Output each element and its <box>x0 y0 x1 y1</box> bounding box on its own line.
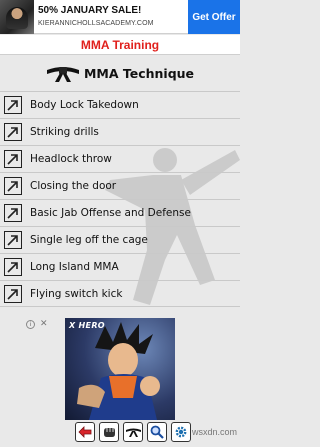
settings-button[interactable] <box>171 422 191 442</box>
ad-image[interactable]: X HERO <box>65 318 175 420</box>
list-item-label[interactable]: Closing the door <box>30 180 116 192</box>
ad-character-art <box>77 322 160 420</box>
list-item[interactable]: Basic Jab Offense and Defense <box>0 199 240 226</box>
list-item[interactable]: Closing the door <box>0 172 240 199</box>
list-item-label[interactable]: Basic Jab Offense and Defense <box>30 207 191 219</box>
list-item[interactable]: Long Island MMA <box>0 253 240 280</box>
magnifier-icon <box>150 425 164 439</box>
ad-url[interactable]: KIERANNICHOLLSACADEMY.COM <box>38 20 154 27</box>
list-item[interactable]: Striking drills <box>0 118 240 145</box>
open-link-icon[interactable] <box>4 123 22 141</box>
site-watermark: wsxdn.com <box>191 427 237 437</box>
list-item-label[interactable]: Long Island MMA <box>30 261 119 273</box>
black-belt-icon <box>46 67 79 82</box>
ad-close-icon[interactable]: ✕ <box>40 318 48 329</box>
list-item[interactable]: Single leg off the cage <box>0 226 240 253</box>
open-link-icon[interactable] <box>4 231 22 249</box>
ad-cta-button[interactable]: Get Offer <box>188 0 240 34</box>
list-item[interactable]: Headlock throw <box>0 145 240 172</box>
section-heading: MMA Technique <box>0 59 240 87</box>
settings-gear-icon <box>175 426 187 438</box>
ad-headline[interactable]: 50% JANUARY SALE! <box>38 5 141 16</box>
belt-button[interactable] <box>123 422 143 442</box>
list-item-label[interactable]: Flying switch kick <box>30 288 122 300</box>
technique-list: Body Lock Takedown Striking drills Headl… <box>0 91 240 307</box>
list-item-label[interactable]: Headlock throw <box>30 153 112 165</box>
open-link-icon[interactable] <box>4 258 22 276</box>
back-arrow-icon <box>78 426 92 438</box>
open-link-icon[interactable] <box>4 150 22 168</box>
list-item[interactable]: Body Lock Takedown <box>0 91 240 118</box>
ad-info-icon[interactable]: i <box>26 320 35 329</box>
app-title: MMA Training <box>80 37 160 52</box>
ad-image-title: X HERO <box>69 321 105 330</box>
belt-icon <box>125 428 141 437</box>
ad-banner[interactable]: 50% JANUARY SALE! KIERANNICHOLLSACADEMY.… <box>0 0 240 34</box>
app-title-bar: MMA Training <box>0 35 240 55</box>
bottom-toolbar: wsxdn.com <box>0 420 240 447</box>
fist-button[interactable] <box>99 422 119 442</box>
open-link-icon[interactable] <box>4 96 22 114</box>
ad-thumbnail[interactable] <box>0 0 34 34</box>
list-item-label[interactable]: Striking drills <box>30 126 99 138</box>
back-button[interactable] <box>75 422 95 442</box>
open-link-icon[interactable] <box>4 284 22 303</box>
list-item-label[interactable]: Single leg off the cage <box>30 234 148 246</box>
search-button[interactable] <box>147 422 167 442</box>
section-title: MMA Technique <box>83 65 195 81</box>
list-item-label[interactable]: Body Lock Takedown <box>30 99 139 111</box>
open-link-icon[interactable] <box>4 177 22 195</box>
list-item[interactable]: Flying switch kick <box>0 280 240 307</box>
open-link-icon[interactable] <box>4 204 22 222</box>
fist-icon <box>104 428 115 437</box>
